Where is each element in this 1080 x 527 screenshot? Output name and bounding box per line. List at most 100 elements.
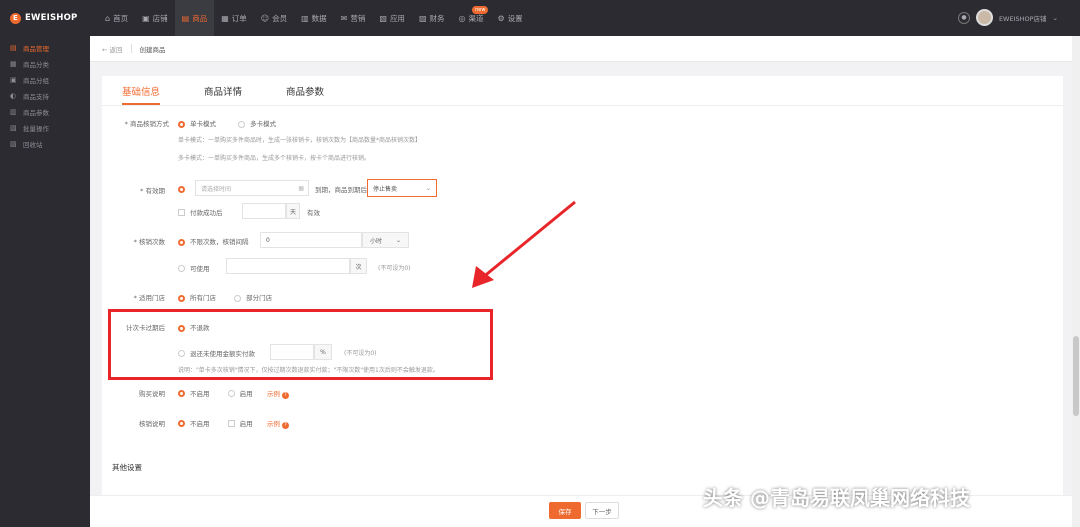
refund-row: 退还未使用金额实付款 bbox=[178, 348, 255, 358]
stores-label: * 适用门店 bbox=[133, 294, 165, 302]
main-nav: ⌂ 首页 ▣ 店铺 ▤ 商品 ▦ 订单 ☺ 会员 ▥ 数据 ✉ 营销 ▧ 应用 ▨ 财务 ◎ 渠道 n… bbox=[98, 0, 530, 36]
day-unit: 天 bbox=[286, 203, 300, 219]
notification-icon[interactable]: ● bbox=[957, 11, 970, 24]
paid-validity-row: 付款成功后 bbox=[178, 207, 223, 217]
all-stores-radio[interactable] bbox=[178, 294, 185, 302]
expire-row: 计次卡过期后 不退款 bbox=[102, 322, 702, 332]
count-unit: 次 bbox=[350, 258, 367, 274]
verify-mode-label: * 商品核销方式 bbox=[124, 120, 169, 128]
chevron-down-icon: ⌄ bbox=[1052, 13, 1058, 22]
nav-item-member[interactable]: ☺ 会员 bbox=[254, 0, 294, 36]
validity-date-input[interactable]: 请选择时间 ▦ bbox=[195, 180, 309, 196]
brand-logo[interactable]: E EWEISHOP bbox=[0, 12, 98, 24]
sidebar-item-batch[interactable]: ▧ 批量操作 bbox=[0, 120, 90, 136]
chevron-down-icon: ⌄ bbox=[395, 236, 401, 244]
next-step-button[interactable]: 下一步 bbox=[585, 502, 619, 519]
params-icon: ▥ bbox=[10, 108, 17, 116]
nav-item-order[interactable]: ▦ 订单 bbox=[214, 0, 254, 36]
sidebar-item-recycle[interactable]: ▨ 回收站 bbox=[0, 136, 90, 152]
scrollbar[interactable] bbox=[1072, 36, 1080, 527]
interval-unit-select[interactable]: 小时 ⌄ bbox=[362, 232, 409, 248]
user-name: EWEISHOP店铺 bbox=[998, 14, 1047, 23]
sidebar-item-goods-support[interactable]: ◐ 商品支持 bbox=[0, 88, 90, 104]
refund-hint: (不可设为0) bbox=[344, 350, 377, 357]
nav-item-finance[interactable]: ▨ 财务 bbox=[412, 0, 452, 36]
validity-date-radio[interactable] bbox=[178, 186, 185, 193]
other-settings-title: 其他设置 bbox=[112, 463, 142, 472]
page-title: 创建商品 bbox=[139, 45, 166, 54]
tab-goods-detail[interactable]: 商品详情 bbox=[204, 76, 242, 105]
nav-item-channel[interactable]: ◎ 渠道 new bbox=[452, 0, 491, 36]
user-menu[interactable]: ● EWEISHOP店铺 ⌄ bbox=[957, 9, 1058, 26]
save-button[interactable]: 保存 bbox=[549, 502, 581, 519]
multi-card-radio[interactable] bbox=[238, 120, 246, 128]
verify-note-example-link[interactable]: 示例 bbox=[267, 420, 280, 428]
purchase-note-off-radio[interactable] bbox=[178, 390, 185, 397]
help-icon[interactable]: ? bbox=[281, 421, 289, 429]
help-icon[interactable]: ? bbox=[281, 391, 289, 399]
order-icon: ▦ bbox=[221, 13, 229, 23]
percent-unit: % bbox=[314, 344, 332, 360]
unlimited-radio[interactable] bbox=[178, 238, 185, 246]
batch-icon: ▧ bbox=[10, 124, 17, 132]
list-icon: ▤ bbox=[10, 44, 17, 52]
brand-name: EWEISHOP bbox=[25, 13, 78, 23]
nav-item-settings[interactable]: ⚙ 设置 bbox=[490, 0, 529, 36]
tab-basic-info[interactable]: 基础信息 bbox=[122, 76, 161, 105]
refund-radio[interactable] bbox=[178, 349, 185, 357]
chevron-down-icon: ⌄ bbox=[425, 184, 431, 192]
validity-label: * 有效期 bbox=[140, 187, 165, 195]
stores-row: * 适用门店 所有门店 部分门店 bbox=[102, 292, 702, 302]
verify-count-label: * 核销次数 bbox=[133, 238, 165, 246]
tab-bar: 基础信息 商品详情 商品参数 bbox=[102, 76, 1063, 106]
expire-action-select[interactable]: 停止售卖 ⌄ bbox=[367, 179, 437, 197]
multi-card-label: 多卡模式 bbox=[250, 120, 277, 128]
valid-text: 有效 bbox=[307, 209, 320, 217]
paid-validity-checkbox[interactable] bbox=[178, 208, 185, 216]
avatar[interactable] bbox=[975, 9, 993, 26]
back-link[interactable]: ← 返回 bbox=[102, 44, 123, 54]
data-icon: ▥ bbox=[301, 13, 309, 23]
grid-icon: ▦ bbox=[10, 60, 17, 68]
basic-info-card: 基础信息 商品详情 商品参数 * 商品核销方式 单卡模式 多卡模式 单卡模式：一… bbox=[102, 76, 1063, 479]
limited-count-radio[interactable] bbox=[178, 264, 185, 272]
purchase-note-on-radio[interactable] bbox=[227, 390, 235, 397]
nav-item-store[interactable]: ▣ 店铺 bbox=[135, 0, 175, 36]
nav-item-data[interactable]: ▥ 数据 bbox=[294, 0, 334, 36]
calendar-icon: ▦ bbox=[298, 184, 304, 192]
nav-item-goods[interactable]: ▤ 商品 bbox=[174, 0, 215, 36]
member-icon: ☺ bbox=[260, 13, 270, 23]
some-stores-radio[interactable] bbox=[234, 294, 242, 302]
verify-note-on-checkbox[interactable] bbox=[227, 420, 235, 427]
settings-icon: ⚙ bbox=[497, 13, 505, 23]
purchase-note-row: 购买说明 不启用 启用 示例? bbox=[102, 388, 702, 399]
validity-days-input[interactable] bbox=[242, 203, 286, 219]
single-card-radio[interactable] bbox=[178, 120, 185, 128]
new-badge: new bbox=[472, 6, 489, 14]
tab-goods-params[interactable]: 商品参数 bbox=[286, 76, 324, 105]
nav-item-marketing[interactable]: ✉ 营销 bbox=[334, 0, 373, 36]
sidebar-item-goods-category[interactable]: ▦ 商品分类 bbox=[0, 56, 90, 72]
refund-percent-input[interactable] bbox=[270, 344, 314, 360]
unlimited-label: 不限次数，核销间隔 bbox=[190, 238, 249, 246]
count-input[interactable] bbox=[226, 258, 350, 274]
nav-item-app[interactable]: ▧ 应用 bbox=[372, 0, 412, 36]
top-nav-bar: E EWEISHOP ⌂ 首页 ▣ 店铺 ▤ 商品 ▦ 订单 ☺ 会员 ▥ 数据 ✉ 营销 ▧… bbox=[0, 0, 1080, 36]
marketing-icon: ✉ bbox=[340, 13, 348, 23]
no-refund-radio[interactable] bbox=[178, 324, 185, 332]
verify-note-label: 核销说明 bbox=[139, 420, 165, 428]
sidebar-item-goods-manage[interactable]: ▤ 商品管理 bbox=[0, 40, 90, 56]
interval-input[interactable]: 0 bbox=[260, 232, 362, 248]
single-card-label: 单卡模式 bbox=[190, 120, 216, 128]
sidebar-item-goods-group[interactable]: ▣ 商品分组 bbox=[0, 72, 90, 88]
multi-card-desc: 多卡模式：一单购买多件商品，生成多个核销卡，按卡个商品进行核销。 bbox=[178, 155, 371, 162]
purchase-note-example-link[interactable]: 示例 bbox=[267, 390, 280, 398]
nav-item-home[interactable]: ⌂ 首页 bbox=[98, 0, 135, 36]
verify-note-off-radio[interactable] bbox=[178, 420, 185, 427]
verify-mode-row: * 商品核销方式 单卡模式 多卡模式 bbox=[102, 118, 702, 128]
sidebar-item-goods-params[interactable]: ▥ 商品参数 bbox=[0, 104, 90, 120]
purchase-note-label: 购买说明 bbox=[139, 390, 165, 398]
scrollbar-thumb[interactable] bbox=[1073, 336, 1079, 416]
app-icon: ▧ bbox=[379, 13, 387, 23]
expire-label: 计次卡过期后 bbox=[126, 324, 165, 332]
